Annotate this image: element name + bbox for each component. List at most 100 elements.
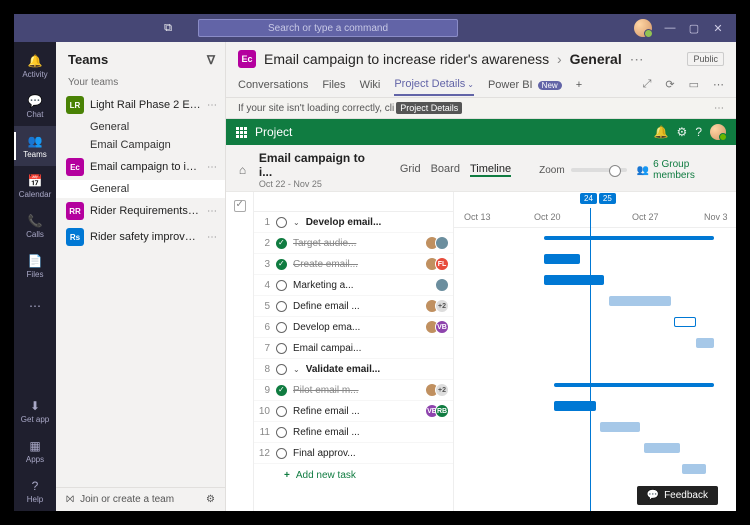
gantt-bar[interactable]	[674, 317, 696, 327]
complete-toggle[interactable]	[276, 343, 287, 354]
task-row[interactable]: 3Create email...FL	[254, 254, 453, 275]
date-label: Oct 20	[534, 212, 561, 222]
maximize-button[interactable]: ▢	[682, 14, 706, 42]
gantt-bar[interactable]	[554, 401, 596, 411]
chevron-down-icon[interactable]: ⌄	[293, 218, 300, 227]
feedback-button[interactable]: 💬 Feedback	[637, 486, 718, 505]
rail-more[interactable]: ⋯	[14, 286, 56, 326]
task-row[interactable]: 8⌄Validate email...	[254, 359, 453, 380]
avatar[interactable]	[634, 19, 652, 37]
rail-chat[interactable]: 💬Chat	[14, 86, 56, 126]
complete-toggle[interactable]	[276, 322, 287, 333]
task-row[interactable]: 2Target audie...	[254, 233, 453, 254]
gantt-bar[interactable]	[600, 422, 640, 432]
popout-icon[interactable]: ▭	[689, 78, 699, 91]
rail-files[interactable]: 📄Files	[14, 246, 56, 286]
task-row[interactable]: 5Define email ...+2	[254, 296, 453, 317]
view-grid[interactable]: Grid	[400, 163, 421, 177]
chevron-down-icon[interactable]: ⌄	[293, 365, 300, 374]
home-icon[interactable]: ⌂	[236, 163, 249, 177]
add-tab-button[interactable]: +	[576, 75, 582, 95]
help-icon[interactable]: ?	[695, 125, 702, 139]
gantt-bar[interactable]	[609, 296, 671, 306]
rail-calendar[interactable]: 📅Calendar	[14, 166, 56, 206]
complete-toggle[interactable]	[276, 301, 287, 312]
tab-conversations[interactable]: Conversations	[238, 75, 308, 95]
gantt-bar[interactable]	[544, 275, 604, 285]
open-external-icon[interactable]: ⧉	[160, 20, 176, 36]
crumb-more-icon[interactable]: ⋯	[630, 51, 644, 67]
gantt-bar[interactable]	[544, 254, 580, 264]
tab-wiki[interactable]: Wiki	[360, 75, 381, 95]
avatar[interactable]	[710, 124, 726, 140]
rail-activity[interactable]: 🔔Activity	[14, 46, 56, 86]
crumb-channel[interactable]: General	[570, 51, 622, 67]
join-create-team[interactable]: ⨝ Join or create a team ⚙	[56, 487, 225, 511]
task-row[interactable]: 9Pilot email m...+2	[254, 380, 453, 401]
bell-icon[interactable]: 🔔	[654, 125, 669, 139]
channel-item[interactable]: General	[56, 118, 225, 136]
group-members[interactable]: 👥 6 Group members	[637, 159, 726, 181]
team-item[interactable]: RRRider Requirements Survey⋯	[56, 198, 225, 224]
ellipsis-icon[interactable]: ⋯	[207, 100, 217, 111]
gantt-bar[interactable]	[696, 338, 714, 348]
channel-item[interactable]: Email Campaign	[56, 136, 225, 154]
crumb-team[interactable]: Email campaign to increase rider's aware…	[264, 51, 549, 67]
rail-teams[interactable]: 👥Teams	[14, 126, 56, 166]
complete-toggle[interactable]	[276, 217, 287, 228]
complete-toggle[interactable]	[276, 364, 287, 375]
task-row[interactable]: 6Develop ema...VB	[254, 317, 453, 338]
tab-project-details[interactable]: Project Details⌄	[394, 74, 474, 96]
ellipsis-icon[interactable]: ⋯	[207, 232, 217, 243]
rail-calls[interactable]: 📞Calls	[14, 206, 56, 246]
complete-toggle[interactable]	[276, 259, 287, 270]
rail-apps[interactable]: ▦Apps	[14, 431, 56, 471]
reload-icon[interactable]: ⟳	[665, 78, 674, 91]
task-row[interactable]: 12Final approv...	[254, 443, 453, 464]
task-row[interactable]: 11Refine email ...	[254, 422, 453, 443]
zoom-slider[interactable]	[571, 168, 627, 172]
gear-icon[interactable]: ⚙	[206, 494, 215, 505]
tab-powerbi[interactable]: Power BI New	[488, 75, 562, 95]
task-row[interactable]: 7Email campai...	[254, 338, 453, 359]
view-board[interactable]: Board	[431, 163, 460, 177]
complete-toggle[interactable]	[276, 427, 287, 438]
task-row[interactable]: 4Marketing a...	[254, 275, 453, 296]
gantt-bar[interactable]	[544, 236, 714, 240]
search-input[interactable]: Search or type a command	[198, 19, 458, 37]
ellipsis-icon[interactable]: ⋯	[207, 206, 217, 217]
view-timeline[interactable]: Timeline	[470, 163, 511, 177]
expand-icon[interactable]: ⤢	[643, 78, 652, 91]
timeline[interactable]: 2425 Oct 13Oct 20Oct 27Nov 3	[454, 192, 736, 511]
team-item[interactable]: RsRider safety improvements⋯	[56, 224, 225, 250]
rail-getapp[interactable]: ⬇Get app	[14, 391, 56, 431]
gantt-bar[interactable]	[682, 464, 706, 474]
team-item[interactable]: LRLight Rail Phase 2 Expans...⋯	[56, 92, 225, 118]
minimize-button[interactable]: —	[658, 14, 682, 42]
complete-toggle[interactable]	[276, 280, 287, 291]
more-icon[interactable]: ⋯	[713, 78, 724, 91]
task-row[interactable]: 10Refine email ...VBRB	[254, 401, 453, 422]
team-name: Email campaign to increa...	[90, 161, 201, 173]
tab-files[interactable]: Files	[322, 75, 345, 95]
waffle-icon[interactable]	[236, 127, 247, 138]
complete-toggle[interactable]	[276, 406, 287, 417]
close-button[interactable]: ✕	[706, 14, 730, 42]
avatar: RB	[435, 404, 449, 418]
channel-item[interactable]: General	[56, 180, 225, 198]
close-icon[interactable]: ⋯	[714, 103, 724, 114]
complete-toggle[interactable]	[276, 385, 287, 396]
complete-toggle[interactable]	[276, 238, 287, 249]
filter-icon[interactable]: ∇	[207, 53, 215, 67]
zoom-control[interactable]: Zoom	[539, 165, 627, 176]
gear-icon[interactable]: ⚙	[677, 125, 688, 139]
task-row[interactable]: 1⌄Develop email...	[254, 212, 453, 233]
complete-toggle[interactable]	[276, 448, 287, 459]
rail-help[interactable]: ?Help	[14, 471, 56, 511]
gantt-bar[interactable]	[554, 383, 714, 387]
select-all-checkbox[interactable]	[234, 200, 246, 212]
add-task-button[interactable]: +Add new task	[254, 464, 453, 486]
team-item[interactable]: EcEmail campaign to increa...⋯	[56, 154, 225, 180]
gantt-bar[interactable]	[644, 443, 680, 453]
ellipsis-icon[interactable]: ⋯	[207, 162, 217, 173]
